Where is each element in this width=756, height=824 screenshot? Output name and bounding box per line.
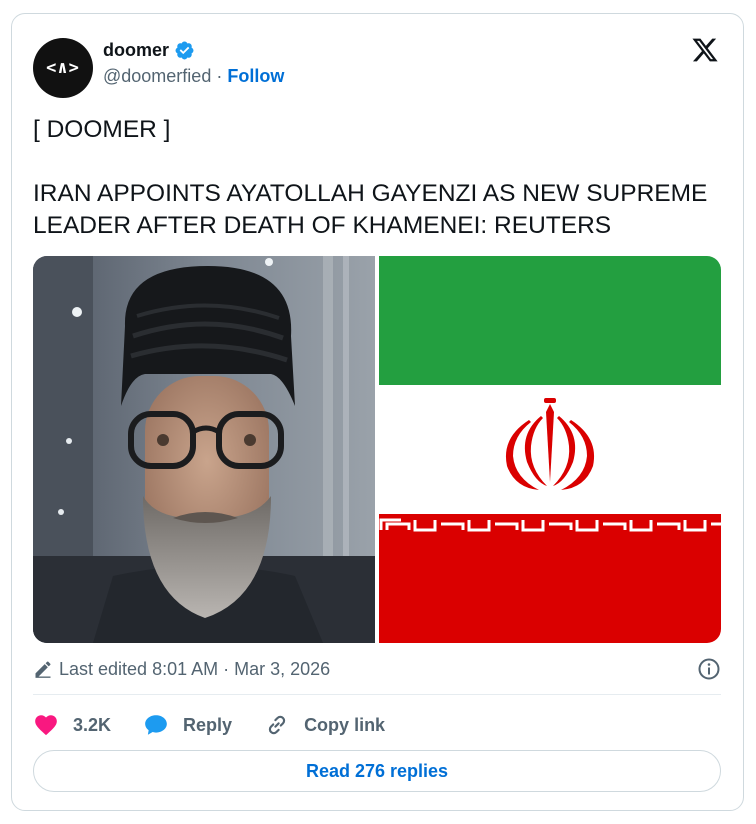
action-bar: 3.2K Reply Copy link bbox=[33, 710, 417, 740]
link-icon bbox=[264, 712, 290, 738]
edited-meta-row: Last edited 8:01 AM · Mar 3, 2026 bbox=[33, 656, 721, 682]
reply-button[interactable]: Reply bbox=[143, 712, 232, 738]
handle[interactable]: @doomerfied bbox=[103, 66, 211, 86]
tweet-text: [ DOOMER ] IRAN APPOINTS AYATOLLAH GAYEN… bbox=[33, 116, 708, 239]
info-icon[interactable] bbox=[697, 657, 721, 681]
verified-badge-icon bbox=[174, 40, 195, 61]
photo-cleric[interactable] bbox=[33, 256, 375, 643]
like-button[interactable]: 3.2K bbox=[33, 712, 111, 738]
iran-flag-image[interactable] bbox=[379, 256, 721, 643]
avatar[interactable]: <∧> bbox=[33, 38, 93, 98]
like-count: 3.2K bbox=[73, 714, 112, 735]
handle-row: @doomerfied · Follow bbox=[103, 66, 284, 87]
x-logo-icon[interactable] bbox=[690, 36, 720, 64]
read-replies-button[interactable]: Read 276 replies bbox=[33, 750, 721, 792]
copy-link-button[interactable]: Copy link bbox=[264, 712, 385, 738]
tweet-embed-card: <∧> doomer @doomerfied · Follow [ DOOMER… bbox=[11, 13, 744, 811]
display-name[interactable]: doomer bbox=[103, 40, 169, 61]
author-name-row: doomer bbox=[103, 38, 195, 62]
heart-icon bbox=[33, 712, 59, 738]
copy-link-label: Copy link bbox=[304, 714, 386, 735]
divider bbox=[33, 694, 721, 695]
reply-bubble-icon bbox=[143, 712, 169, 738]
tweet-media[interactable] bbox=[33, 256, 721, 643]
follow-button[interactable]: Follow bbox=[227, 66, 284, 86]
pencil-icon bbox=[33, 659, 53, 679]
edited-timestamp[interactable]: Last edited 8:01 AM · Mar 3, 2026 bbox=[59, 659, 330, 680]
separator: · bbox=[216, 66, 223, 86]
reply-label: Reply bbox=[183, 714, 233, 735]
